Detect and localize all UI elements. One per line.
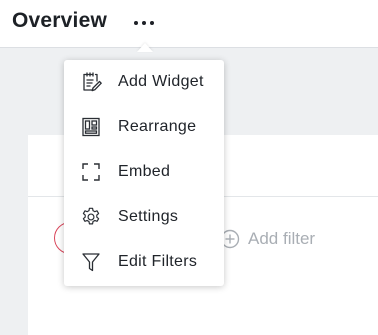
menu-item-add-widget[interactable]: Add Widget bbox=[64, 62, 224, 102]
rearrange-icon bbox=[80, 116, 102, 138]
menu-item-label: Add Widget bbox=[118, 73, 204, 90]
menu-caret bbox=[137, 43, 153, 52]
page-title: Overview bbox=[12, 9, 107, 32]
page-header: Overview bbox=[0, 0, 378, 48]
menu-item-rearrange[interactable]: Rearrange bbox=[64, 107, 224, 147]
add-widget-icon bbox=[80, 71, 102, 93]
more-dot-icon bbox=[150, 21, 154, 25]
more-dot-icon bbox=[134, 21, 138, 25]
menu-item-embed[interactable]: Embed bbox=[64, 152, 224, 192]
add-filter-label: Add filter bbox=[248, 229, 316, 248]
filter-icon bbox=[80, 251, 102, 273]
embed-icon bbox=[80, 161, 102, 183]
menu-item-label: Rearrange bbox=[118, 118, 197, 135]
overview-options-menu: Add Widget Rearrange Embed Settings Edit… bbox=[64, 60, 224, 286]
menu-item-label: Settings bbox=[118, 208, 179, 225]
more-options-button[interactable] bbox=[128, 12, 160, 34]
menu-item-label: Edit Filters bbox=[118, 253, 198, 270]
add-filter-button[interactable]: Add filter bbox=[220, 229, 315, 249]
more-dot-icon bbox=[142, 21, 146, 25]
menu-item-settings[interactable]: Settings bbox=[64, 197, 224, 237]
menu-item-edit-filters[interactable]: Edit Filters bbox=[64, 242, 224, 282]
menu-item-label: Embed bbox=[118, 163, 171, 180]
gear-icon bbox=[80, 206, 102, 228]
